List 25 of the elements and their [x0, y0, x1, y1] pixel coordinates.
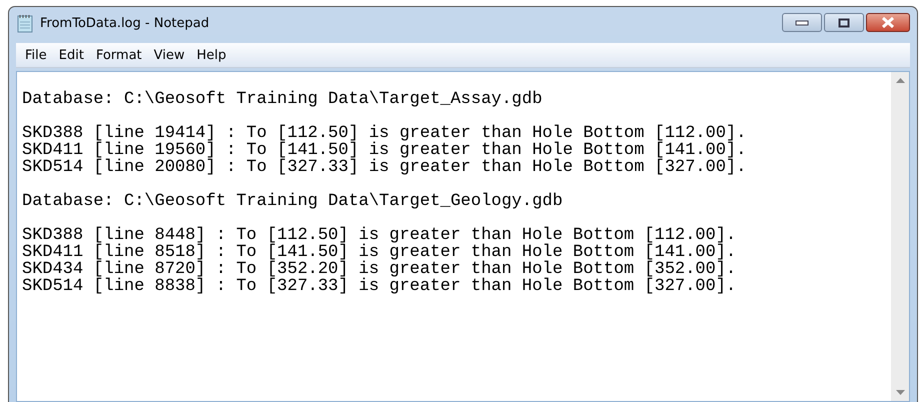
text-line: SKD411 [line 19560] : To [141.50] is greater than Hole Bottom [141.00]. — [22, 142, 746, 159]
text-line: Database: C:\Geosoft Training Data\Target_Assay.gdb — [22, 91, 542, 108]
menu-item[interactable]: Edit — [52, 48, 90, 62]
text-line: Database: C:\Geosoft Training Data\Target_Geology.gdb — [22, 193, 563, 210]
maximize-button[interactable] — [824, 13, 864, 32]
scrollbar[interactable] — [891, 72, 909, 401]
menu-item[interactable]: View — [148, 48, 191, 62]
close-button[interactable] — [866, 13, 910, 32]
minimize-button[interactable] — [782, 13, 822, 32]
text-line: SKD388 [line 8448] : To [112.50] is greater than Hole Bottom [112.00]. — [22, 227, 736, 244]
text-line: SKD388 [line 19414] : To [112.50] is greater than Hole Bottom [112.00]. — [22, 125, 746, 142]
text-line: SKD514 [line 8838] : To [327.33] is greater than Hole Bottom [327.00]. — [22, 278, 736, 295]
notepad-icon — [16, 13, 34, 33]
scroll-down-icon[interactable] — [896, 390, 904, 395]
menu-item[interactable]: Help — [190, 48, 232, 62]
text-line: SKD434 [line 8720] : To [352.20] is greater than Hole Bottom [352.00]. — [22, 261, 736, 278]
menu-item[interactable]: File — [19, 48, 53, 62]
text-line: SKD411 [line 8518] : To [141.50] is greater than Hole Bottom [141.00]. — [22, 244, 736, 261]
text-line: SKD514 [line 20080] : To [327.33] is greater than Hole Bottom [327.00]. — [22, 159, 746, 176]
menu-item[interactable]: Format — [90, 48, 148, 62]
close-icon — [881, 17, 895, 28]
minimize-icon — [795, 20, 809, 26]
maximize-icon — [838, 18, 850, 28]
scroll-up-icon[interactable] — [896, 78, 904, 83]
window-title: FromToData.log - Notepad — [40, 16, 210, 30]
